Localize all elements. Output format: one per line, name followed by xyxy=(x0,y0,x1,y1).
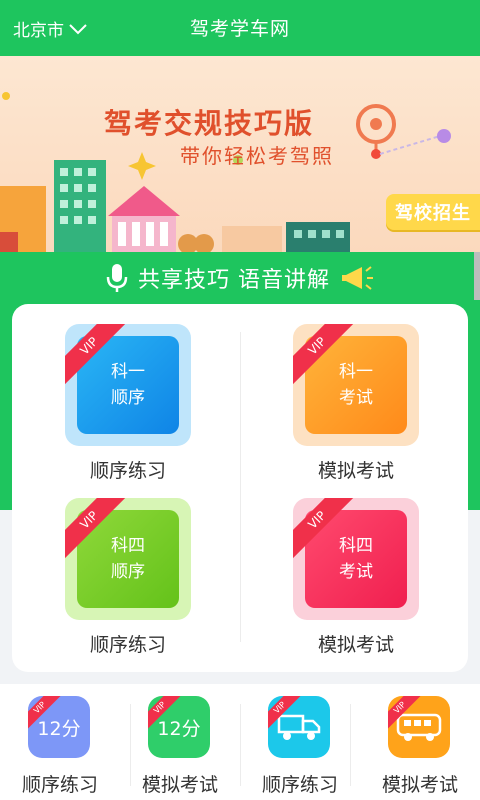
microphone-icon xyxy=(106,263,128,293)
vip-ribbon: VIP xyxy=(293,498,357,562)
voice-slogan: 共享技巧 语音讲解 xyxy=(0,252,480,304)
divider xyxy=(240,332,241,642)
tile-line2: 顺序 xyxy=(111,388,145,408)
truck-icon: VIP xyxy=(268,696,330,758)
scrollbar[interactable] xyxy=(474,252,480,300)
item-label: 顺序练习 xyxy=(21,774,98,796)
slogan-text: 共享技巧 语音讲解 xyxy=(138,268,330,293)
tile-label[interactable]: 模拟考试 xyxy=(286,456,426,483)
tile-line2: 考试 xyxy=(339,562,373,582)
bus-icon: VIP xyxy=(388,696,450,758)
promo-banner[interactable]: 驾考交规技巧版 带你轻松考驾照 驾校招生 xyxy=(0,56,480,252)
vip-ribbon: VIP xyxy=(148,696,182,730)
item-label: 顺序练习 xyxy=(261,774,338,796)
megaphone-icon xyxy=(340,263,374,293)
page-title: 驾考学车网 xyxy=(189,18,290,40)
vip-ribbon: VIP xyxy=(268,696,302,730)
tile-label[interactable]: 模拟考试 xyxy=(286,630,426,657)
tile-line2: 顺序 xyxy=(111,562,145,582)
tile-label[interactable]: 顺序练习 xyxy=(58,630,198,657)
vip-ribbon: VIP xyxy=(293,324,357,388)
banner-title: 驾考交规技巧版 xyxy=(104,107,315,140)
points-sequential-item[interactable]: 12分 VIP 顺序练习 xyxy=(0,692,120,800)
points-exam-item[interactable]: 12分 VIP 模拟考试 xyxy=(120,692,240,800)
points-icon: 12分 VIP xyxy=(28,696,90,758)
quick-access-row: 12分 VIP 顺序练习 12分 VIP 模拟考试 VIP 顺序练习 VIP 模… xyxy=(0,684,480,800)
app-header: 北京市 驾考学车网 xyxy=(0,0,480,56)
subject-four-exam-tile[interactable]: 科四 考试 VIP xyxy=(293,498,419,620)
banner-subtitle: 带你轻松考驾照 xyxy=(180,144,334,168)
vip-ribbon: VIP xyxy=(65,324,129,388)
vip-ribbon: VIP xyxy=(65,498,129,562)
tile-line2: 考试 xyxy=(339,388,373,408)
vip-ribbon: VIP xyxy=(28,696,62,730)
bus-exam-item[interactable]: VIP 模拟考试 xyxy=(360,692,480,800)
truck-sequential-item[interactable]: VIP 顺序练习 xyxy=(240,692,360,800)
item-label: 模拟考试 xyxy=(381,774,458,796)
item-label: 模拟考试 xyxy=(141,774,218,796)
divider xyxy=(350,704,351,786)
tile-label[interactable]: 顺序练习 xyxy=(58,456,198,483)
points-icon: 12分 VIP xyxy=(148,696,210,758)
enrollment-badge[interactable]: 驾校招生 xyxy=(386,194,480,230)
vip-ribbon: VIP xyxy=(388,696,422,730)
subject-card: 科一 顺序 VIP 顺序练习 科一 考试 VIP 模拟考试 科四 顺序 VIP … xyxy=(12,304,468,672)
subject-one-sequential-tile[interactable]: 科一 顺序 VIP xyxy=(65,324,191,446)
subject-four-sequential-tile[interactable]: 科四 顺序 VIP xyxy=(65,498,191,620)
subject-one-exam-tile[interactable]: 科一 考试 VIP xyxy=(293,324,419,446)
